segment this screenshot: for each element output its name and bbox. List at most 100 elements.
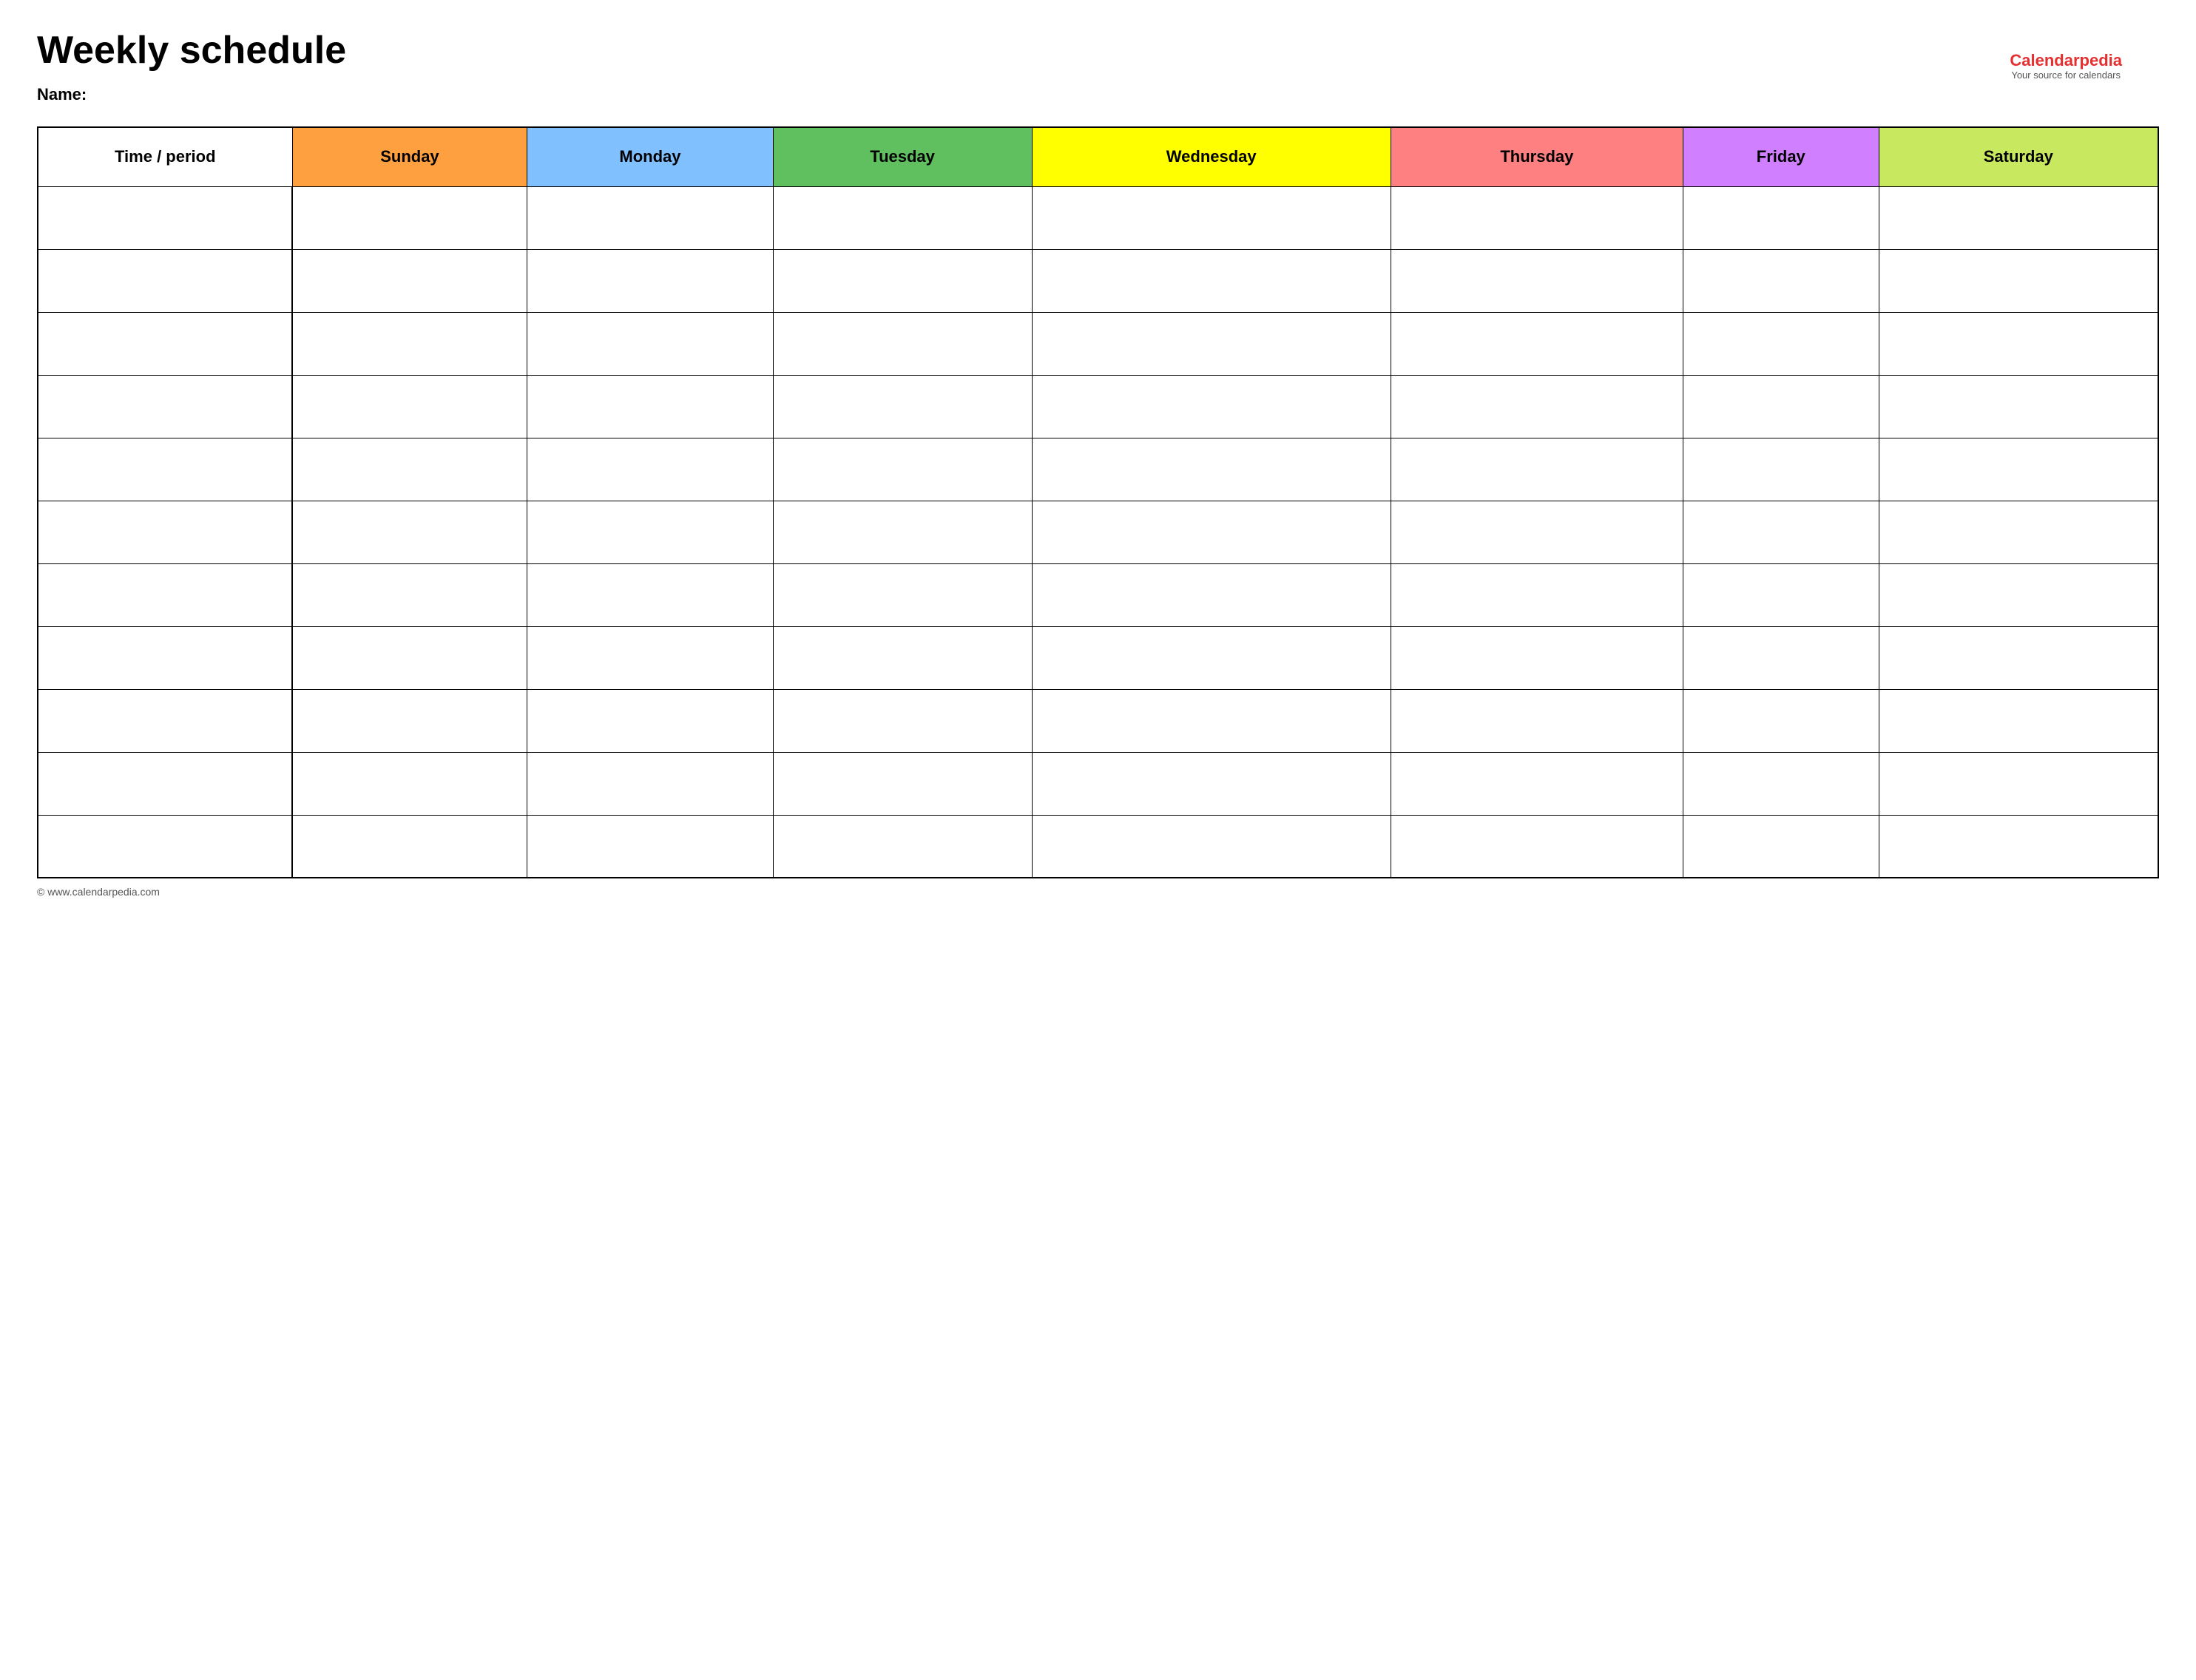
schedule-cell[interactable] <box>1879 752 2158 815</box>
schedule-cell[interactable] <box>527 375 773 438</box>
header-row: Time / period Sunday Monday Tuesday Wedn… <box>38 127 2158 186</box>
schedule-cell[interactable] <box>773 563 1032 626</box>
schedule-cell[interactable] <box>292 438 527 501</box>
schedule-cell[interactable] <box>292 626 527 689</box>
schedule-cell[interactable] <box>527 689 773 752</box>
schedule-cell[interactable] <box>1032 186 1391 249</box>
schedule-cell[interactable] <box>1032 375 1391 438</box>
schedule-cell[interactable] <box>1391 375 1683 438</box>
time-cell[interactable] <box>38 312 292 375</box>
schedule-cell[interactable] <box>1391 501 1683 563</box>
schedule-cell[interactable] <box>1032 626 1391 689</box>
time-cell[interactable] <box>38 438 292 501</box>
schedule-cell[interactable] <box>1683 312 1879 375</box>
table-row <box>38 249 2158 312</box>
schedule-cell[interactable] <box>1032 312 1391 375</box>
schedule-cell[interactable] <box>527 815 773 878</box>
schedule-cell[interactable] <box>1032 563 1391 626</box>
schedule-cell[interactable] <box>292 186 527 249</box>
schedule-cell[interactable] <box>292 249 527 312</box>
schedule-cell[interactable] <box>773 501 1032 563</box>
time-cell[interactable] <box>38 563 292 626</box>
schedule-cell[interactable] <box>773 438 1032 501</box>
schedule-cell[interactable] <box>1391 438 1683 501</box>
schedule-cell[interactable] <box>1879 689 2158 752</box>
time-cell[interactable] <box>38 815 292 878</box>
schedule-cell[interactable] <box>1683 438 1879 501</box>
schedule-cell[interactable] <box>292 375 527 438</box>
schedule-cell[interactable] <box>773 249 1032 312</box>
schedule-cell[interactable] <box>1683 186 1879 249</box>
schedule-cell[interactable] <box>773 312 1032 375</box>
schedule-cell[interactable] <box>292 312 527 375</box>
schedule-cell[interactable] <box>773 815 1032 878</box>
table-row <box>38 186 2158 249</box>
time-cell[interactable] <box>38 752 292 815</box>
schedule-cell[interactable] <box>527 501 773 563</box>
schedule-cell[interactable] <box>773 375 1032 438</box>
schedule-cell[interactable] <box>1879 501 2158 563</box>
schedule-cell[interactable] <box>1879 186 2158 249</box>
schedule-cell[interactable] <box>1879 815 2158 878</box>
time-cell[interactable] <box>38 249 292 312</box>
schedule-table: Time / period Sunday Monday Tuesday Wedn… <box>37 126 2159 878</box>
schedule-cell[interactable] <box>1683 249 1879 312</box>
schedule-cell[interactable] <box>1032 752 1391 815</box>
schedule-cell[interactable] <box>773 752 1032 815</box>
schedule-cell[interactable] <box>1032 438 1391 501</box>
schedule-cell[interactable] <box>527 312 773 375</box>
col-header-sunday: Sunday <box>292 127 527 186</box>
schedule-cell[interactable] <box>527 752 773 815</box>
schedule-cell[interactable] <box>1391 689 1683 752</box>
col-header-wednesday: Wednesday <box>1032 127 1391 186</box>
schedule-cell[interactable] <box>773 689 1032 752</box>
time-cell[interactable] <box>38 626 292 689</box>
logo-brand-part2: pedia <box>2080 51 2122 70</box>
schedule-cell[interactable] <box>1879 626 2158 689</box>
schedule-cell[interactable] <box>1391 186 1683 249</box>
time-cell[interactable] <box>38 689 292 752</box>
schedule-cell[interactable] <box>1391 312 1683 375</box>
schedule-cell[interactable] <box>1032 501 1391 563</box>
schedule-cell[interactable] <box>527 186 773 249</box>
schedule-cell[interactable] <box>773 626 1032 689</box>
schedule-cell[interactable] <box>527 249 773 312</box>
schedule-cell[interactable] <box>527 438 773 501</box>
logo-text: Calendarpedia <box>2010 52 2122 70</box>
schedule-cell[interactable] <box>1391 815 1683 878</box>
schedule-cell[interactable] <box>1032 249 1391 312</box>
schedule-cell[interactable] <box>1391 752 1683 815</box>
schedule-cell[interactable] <box>1032 689 1391 752</box>
time-cell[interactable] <box>38 501 292 563</box>
schedule-cell[interactable] <box>1032 815 1391 878</box>
table-row <box>38 438 2158 501</box>
page-title: Weekly schedule <box>37 30 2159 72</box>
schedule-cell[interactable] <box>1879 312 2158 375</box>
time-cell[interactable] <box>38 375 292 438</box>
schedule-cell[interactable] <box>1683 375 1879 438</box>
schedule-cell[interactable] <box>527 563 773 626</box>
schedule-cell[interactable] <box>292 815 527 878</box>
logo: Calendarpedia Your source for calendars <box>2010 52 2122 81</box>
schedule-cell[interactable] <box>292 501 527 563</box>
schedule-cell[interactable] <box>292 563 527 626</box>
schedule-cell[interactable] <box>292 689 527 752</box>
schedule-cell[interactable] <box>1391 249 1683 312</box>
schedule-cell[interactable] <box>1879 438 2158 501</box>
schedule-cell[interactable] <box>1683 626 1879 689</box>
schedule-cell[interactable] <box>1683 815 1879 878</box>
schedule-cell[interactable] <box>1683 752 1879 815</box>
schedule-cell[interactable] <box>773 186 1032 249</box>
schedule-cell[interactable] <box>1879 249 2158 312</box>
schedule-cell[interactable] <box>1683 563 1879 626</box>
schedule-cell[interactable] <box>1683 689 1879 752</box>
schedule-cell[interactable] <box>1391 563 1683 626</box>
schedule-cell[interactable] <box>1879 375 2158 438</box>
time-cell[interactable] <box>38 186 292 249</box>
schedule-cell[interactable] <box>1391 626 1683 689</box>
schedule-cell[interactable] <box>292 752 527 815</box>
schedule-cell[interactable] <box>1879 563 2158 626</box>
schedule-cell[interactable] <box>1683 501 1879 563</box>
schedule-cell[interactable] <box>527 626 773 689</box>
table-row <box>38 375 2158 438</box>
